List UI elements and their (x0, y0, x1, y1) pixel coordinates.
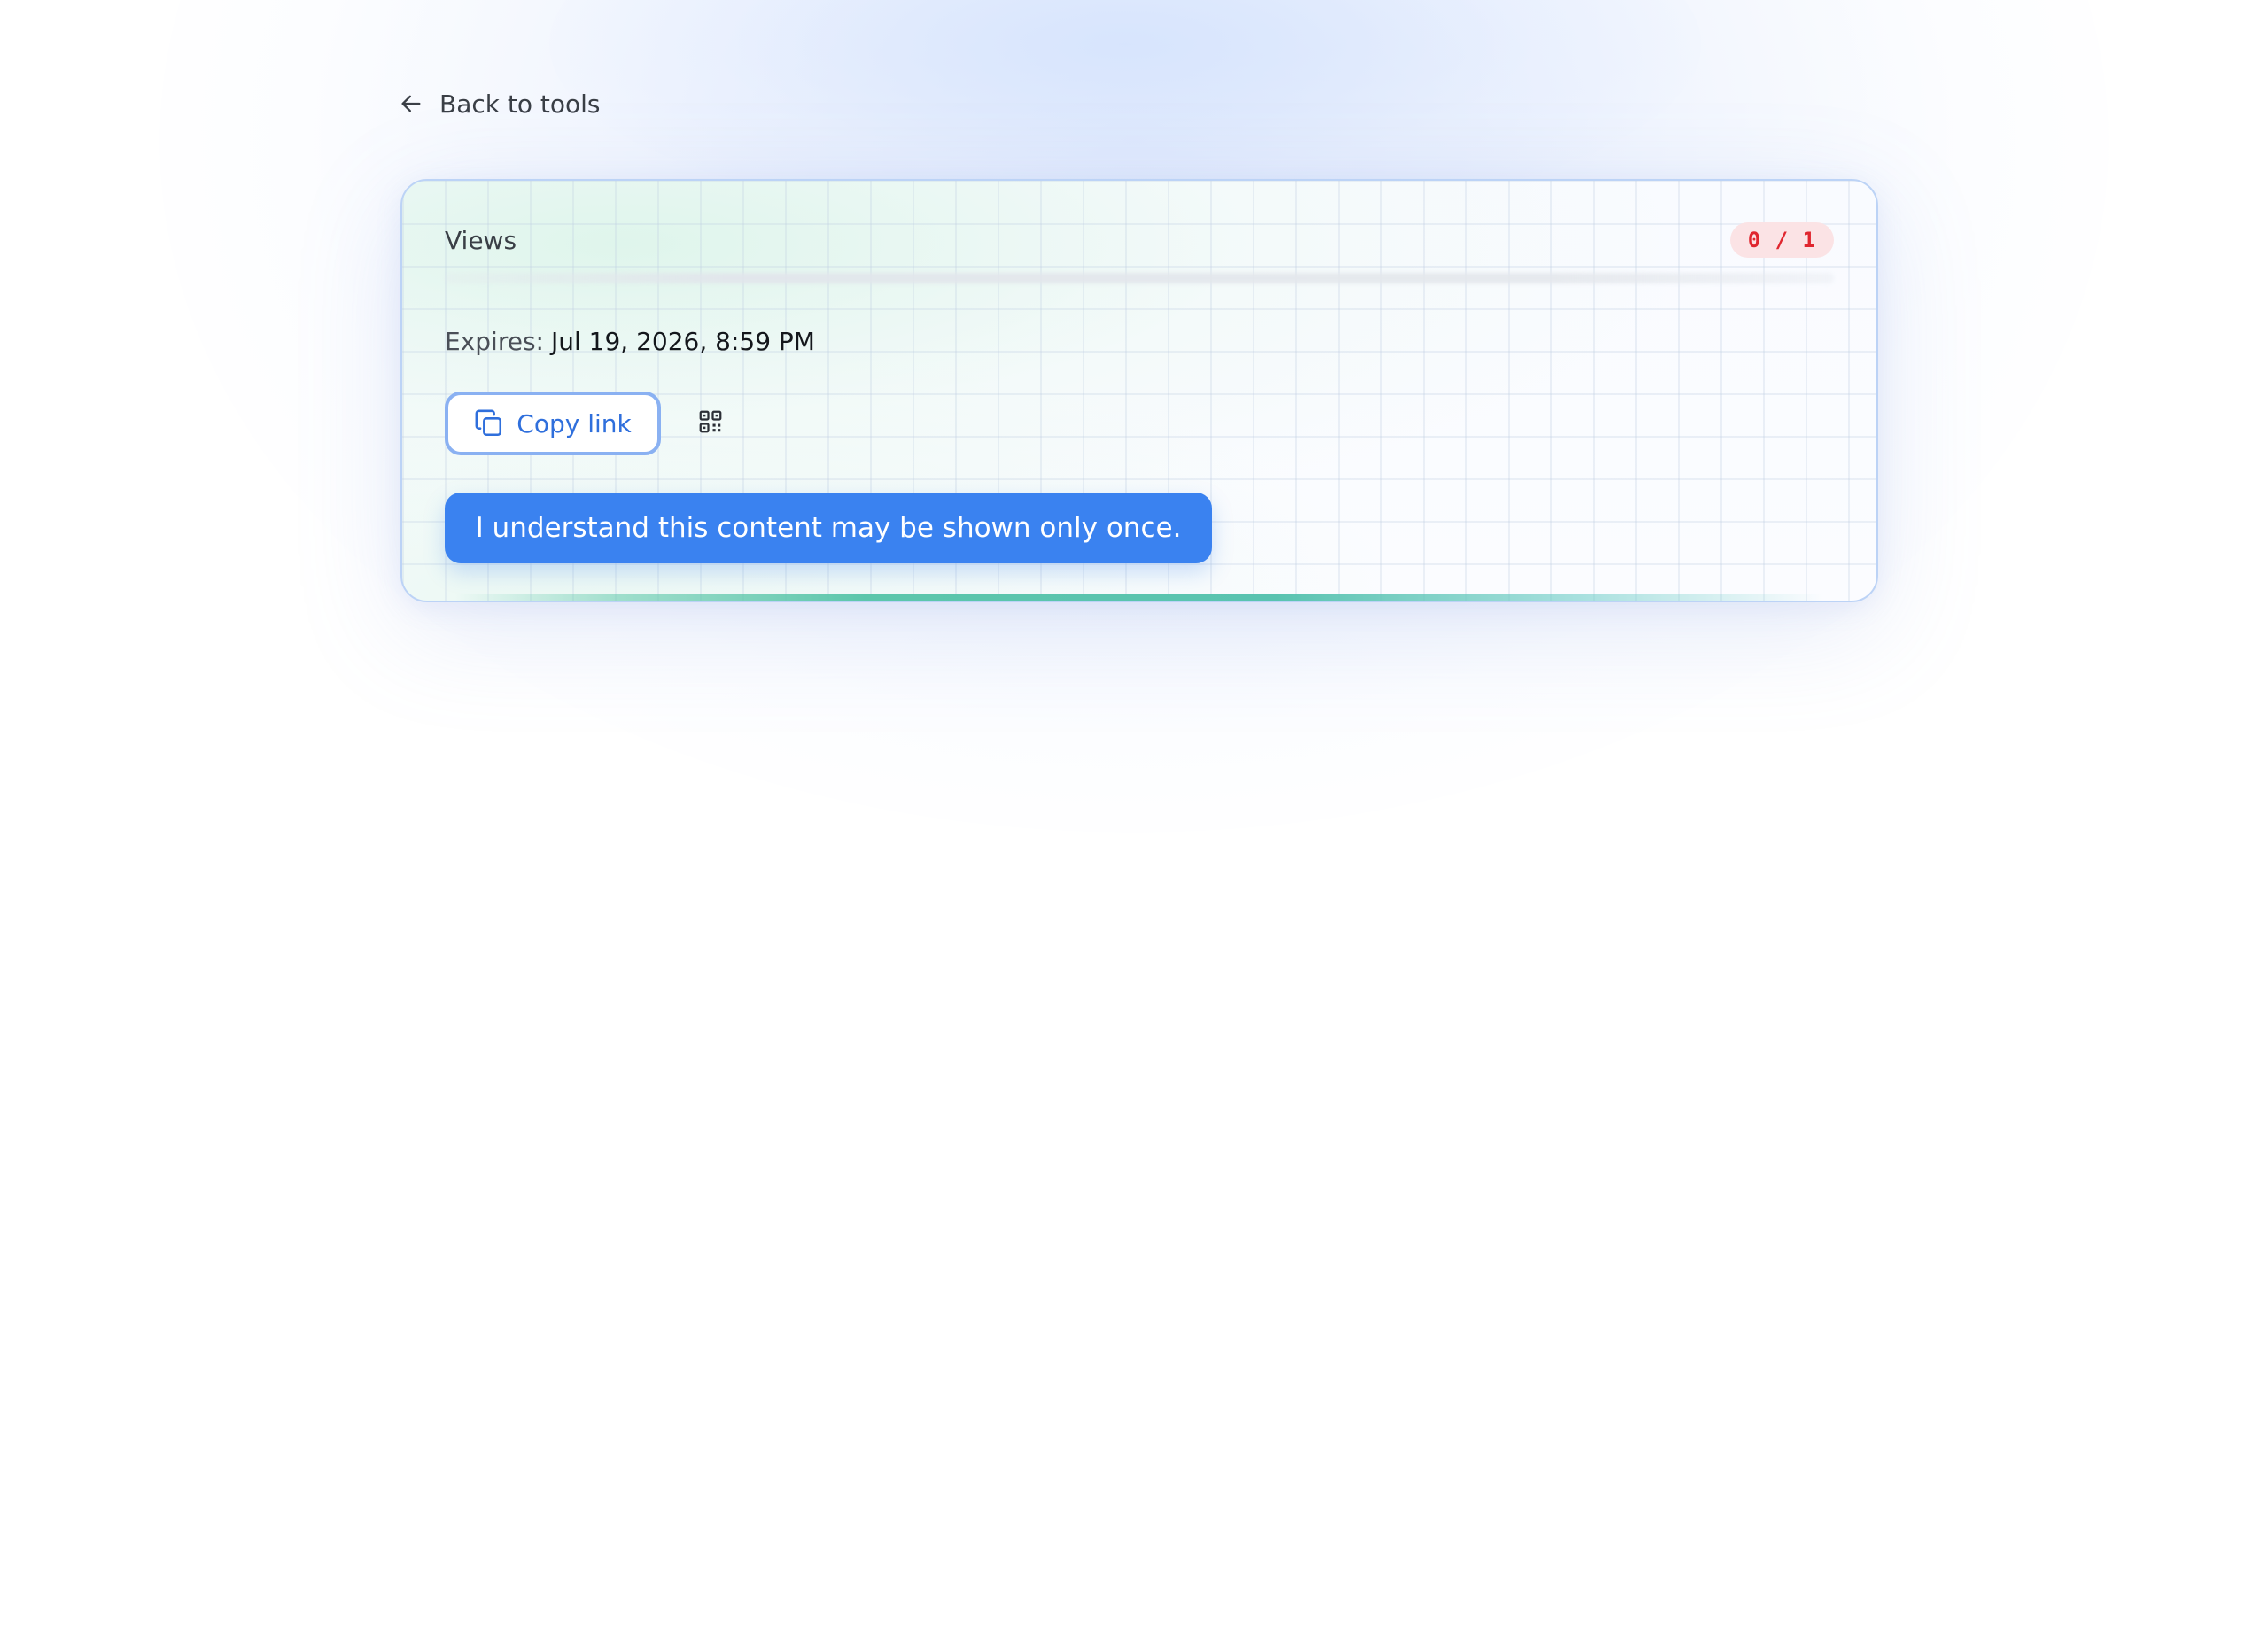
expires-value: Jul 19, 2026, 8:59 PM (550, 326, 815, 356)
qr-code-button[interactable] (693, 406, 728, 441)
copy-icon (474, 408, 504, 438)
copy-link-button[interactable]: Copy link (445, 392, 661, 455)
card-accent-bar (455, 594, 1823, 601)
page: Back to tools Views 0 / 1 Expires: Jul 1… (0, 0, 2268, 1637)
qr-code-icon (697, 408, 724, 438)
back-to-tools-link[interactable]: Back to tools (399, 85, 601, 122)
expires-row: Expires: Jul 19, 2026, 8:59 PM (445, 322, 815, 360)
actions-row: Copy link (445, 392, 728, 455)
arrow-left-icon (399, 91, 423, 116)
views-row: Views 0 / 1 (445, 220, 1834, 260)
views-count-badge: 0 / 1 (1729, 222, 1834, 258)
share-card: Views 0 / 1 Expires: Jul 19, 2026, 8:59 … (400, 179, 1878, 602)
views-progress-track (445, 273, 1834, 283)
back-link-label: Back to tools (439, 89, 601, 119)
expires-label: Expires: (445, 326, 544, 356)
confirm-understand-button[interactable]: I understand this content may be shown o… (445, 493, 1212, 563)
copy-link-label: Copy link (517, 408, 632, 438)
views-label: Views (445, 225, 517, 255)
